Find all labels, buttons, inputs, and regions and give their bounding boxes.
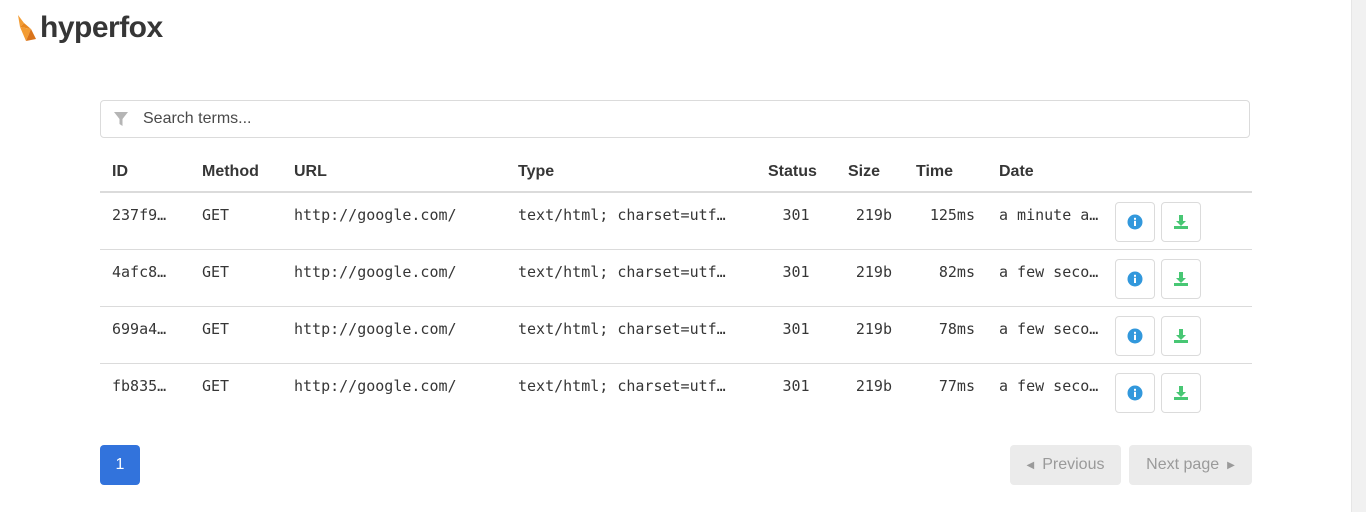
download-button[interactable]	[1161, 372, 1201, 413]
cell-actions	[1115, 249, 1252, 307]
info-icon	[1127, 385, 1143, 400]
info-icon	[1127, 271, 1143, 286]
table-row[interactable]: 699a4… GET http://google.com/text/html; ch…	[100, 306, 1252, 364]
info-button[interactable]	[1115, 315, 1155, 356]
cell-type: text/html; charset=utf…	[518, 376, 726, 395]
info-icon	[1127, 214, 1143, 230]
cell-time: 82ms	[904, 249, 987, 307]
column-header-method[interactable]: Method	[190, 152, 282, 193]
table-row[interactable]: fb835… GET http://google.com/text/html; ch…	[100, 363, 1252, 420]
info-button[interactable]	[1115, 258, 1155, 299]
cell-actions	[1115, 192, 1252, 250]
previous-page-label: Previous	[1042, 456, 1105, 473]
cell-type: text/html; charset=utf…	[506, 306, 756, 364]
cell-size: 219b	[855, 376, 892, 395]
cell-id: fb835…	[112, 376, 167, 395]
search-bar[interactable]	[100, 100, 1250, 138]
cell-date: a few seco…	[999, 376, 1099, 395]
table-header-row: ID Method URL Type Status Size Time Date	[100, 152, 1252, 193]
cell-url: http://google.com/	[282, 306, 506, 364]
column-header-url[interactable]: URL	[282, 152, 506, 193]
cell-url: http://google.com/	[294, 376, 457, 395]
chevron-left-icon: ◀	[1026, 459, 1035, 471]
info-icon	[1127, 328, 1143, 343]
cell-size: 219b	[836, 249, 904, 307]
brand[interactable]: hyperfox	[16, 10, 163, 46]
pagination-page-1[interactable]: 1	[100, 445, 140, 485]
cell-type: text/html; charset=utf…	[506, 192, 756, 250]
cell-status: 301	[756, 192, 836, 250]
cell-actions	[1115, 363, 1252, 420]
next-page-button[interactable]: Next page ▶	[1129, 445, 1252, 485]
cell-id: 4afc8…	[100, 249, 190, 307]
table-row[interactable]: 237f9… GET http://google.com/text/html; ch…	[100, 192, 1252, 250]
cell-id: 699a4…	[100, 306, 190, 364]
cell-actions	[1115, 306, 1252, 364]
cell-time: 77ms	[938, 376, 975, 395]
cell-status: 301	[756, 306, 836, 364]
cell-url: http://google.com/	[282, 192, 506, 250]
download-button[interactable]	[1161, 202, 1201, 242]
next-page-label: Next page	[1146, 456, 1220, 473]
cell-size: 219b	[836, 192, 904, 250]
info-button[interactable]	[1115, 202, 1155, 242]
chevron-right-icon: ▶	[1227, 459, 1235, 471]
filter-icon	[114, 112, 128, 126]
previous-page-button[interactable]: ◀ Previous	[1010, 445, 1121, 485]
cell-size: 219b	[836, 306, 904, 364]
column-header-actions	[1115, 152, 1252, 193]
download-icon	[1174, 215, 1188, 229]
column-header-size[interactable]: Size	[836, 152, 904, 193]
cell-method: GET	[202, 376, 230, 395]
cell-method: GET	[190, 249, 282, 307]
download-icon	[1174, 385, 1188, 400]
cell-time: 125ms	[904, 192, 987, 250]
cell-date: a minute a…	[987, 192, 1115, 250]
cell-date: a few seco…	[987, 306, 1115, 364]
page-scrollbar[interactable]	[1351, 0, 1366, 512]
cell-type: text/html; charset=utf…	[506, 249, 756, 307]
table-row[interactable]: 4afc8… GET http://google.com/text/html; ch…	[100, 249, 1252, 307]
info-button[interactable]	[1115, 372, 1155, 413]
download-button[interactable]	[1161, 258, 1201, 299]
cell-date: a few seco…	[987, 249, 1115, 307]
download-button[interactable]	[1161, 315, 1201, 356]
download-icon	[1174, 271, 1188, 286]
search-input[interactable]	[141, 100, 1249, 138]
fox-logo-icon	[18, 15, 36, 41]
cell-url: http://google.com/	[282, 249, 506, 307]
requests-table: ID Method URL Type Status Size Time Date…	[100, 152, 1252, 420]
column-header-time[interactable]: Time	[904, 152, 987, 193]
column-header-status[interactable]: Status	[756, 152, 836, 193]
download-icon	[1174, 328, 1188, 343]
cell-method: GET	[190, 192, 282, 250]
cell-time: 78ms	[904, 306, 987, 364]
brand-name: hyperfox	[40, 11, 163, 44]
cell-status: 301	[756, 249, 836, 307]
column-header-date[interactable]: Date	[987, 152, 1115, 193]
cell-method: GET	[190, 306, 282, 364]
cell-status: 301	[782, 376, 810, 395]
column-header-id[interactable]: ID	[100, 152, 190, 193]
cell-id: 237f9…	[100, 192, 190, 250]
column-header-type[interactable]: Type	[506, 152, 756, 193]
